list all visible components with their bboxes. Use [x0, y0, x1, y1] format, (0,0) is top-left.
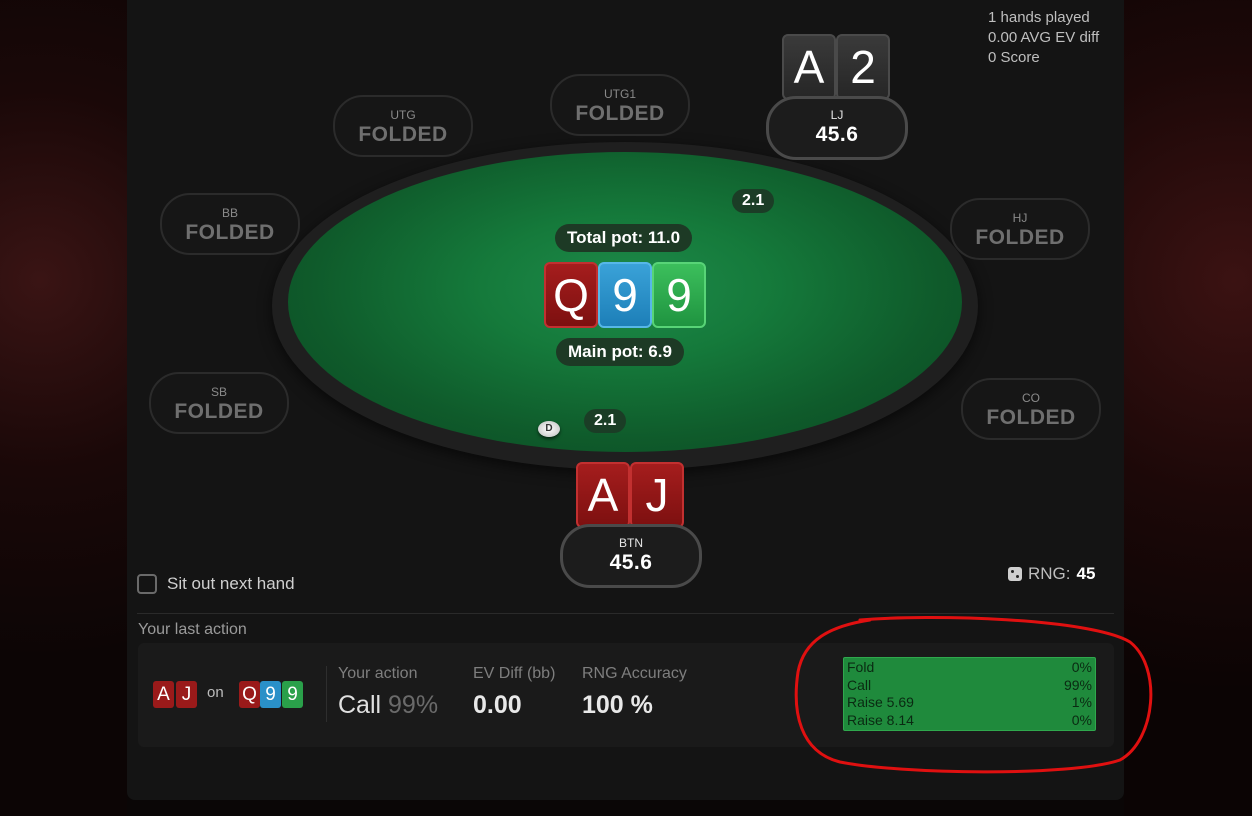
seat-status: FOLDED: [575, 102, 665, 125]
seat-sb: SB FOLDED: [149, 372, 289, 434]
ev-diff-value: 0.00: [473, 691, 522, 720]
seat-stack: 45.6: [815, 123, 859, 146]
seat-stack: 45.6: [609, 551, 653, 574]
ev-diff-header: EV Diff (bb): [473, 665, 556, 682]
seat-position: CO: [1022, 391, 1040, 405]
your-action-value: Call 99%: [338, 691, 438, 720]
annotation-circle: [794, 616, 1153, 774]
hero-card-2: J: [630, 462, 684, 528]
board-card-1: Q: [544, 262, 598, 328]
rng-accuracy-value: 100 %: [582, 691, 653, 720]
board-card-2: 9: [598, 262, 652, 328]
villain-card-2: 2: [836, 34, 890, 100]
lj-bet-amount: 2.1: [732, 189, 775, 213]
avg-ev-diff: 0.00 AVG EV diff: [988, 29, 1100, 46]
rng-value: 45: [1076, 564, 1096, 583]
rng-accuracy-header: RNG Accuracy: [582, 665, 687, 682]
background-left: [0, 0, 127, 816]
action-frequency: 99%: [388, 691, 439, 719]
sit-out-checkbox[interactable]: [137, 574, 157, 594]
seat-utg: UTG FOLDED: [333, 95, 473, 157]
sit-out-toggle[interactable]: Sit out next hand: [137, 574, 295, 594]
seat-position: LJ: [830, 108, 844, 122]
seat-status: FOLDED: [358, 123, 448, 146]
seat-position: BB: [221, 206, 238, 220]
ev-diff-number: 0.00: [473, 691, 522, 719]
rng-indicator: RNG: 45: [1008, 564, 1095, 584]
on-label: on: [207, 684, 224, 701]
seat-position: SB: [210, 385, 227, 399]
rng-label: RNG:: [1028, 564, 1071, 583]
last-hand-card-1: A: [153, 681, 174, 708]
seat-co: CO FOLDED: [961, 378, 1101, 440]
last-hand-card-2: J: [176, 681, 197, 708]
seat-position: UTG: [390, 108, 416, 122]
seat-hj: HJ FOLDED: [950, 198, 1090, 260]
btn-bet-amount: 2.1: [584, 409, 627, 433]
seat-lj: LJ 45.6: [766, 96, 908, 160]
seat-position: HJ: [1012, 211, 1028, 225]
your-action-header: Your action: [338, 665, 418, 682]
board-card-3: 9: [652, 262, 706, 328]
hero-card-1: A: [576, 462, 630, 528]
dealer-button-icon: D: [538, 421, 560, 437]
seat-status: FOLDED: [975, 226, 1065, 249]
main-pot: Main pot: 6.9: [556, 338, 684, 366]
seat-status: FOLDED: [986, 406, 1076, 429]
seat-utg1: UTG1 FOLDED: [550, 74, 690, 136]
seat-status: FOLDED: [174, 400, 264, 423]
session-stats: 1 hands played 0.00 AVG EV diff 0 Score: [988, 8, 1099, 68]
last-board-card-1: Q: [239, 681, 260, 708]
seat-status: FOLDED: [185, 221, 275, 244]
seat-position: UTG1: [603, 87, 636, 101]
dice-icon: [1008, 567, 1022, 581]
sit-out-label: Sit out next hand: [167, 574, 295, 593]
action-name: Call: [338, 691, 382, 719]
seat-bb: BB FOLDED: [160, 193, 300, 255]
villain-card-1: A: [782, 34, 836, 100]
total-pot: Total pot: 11.0: [555, 224, 693, 252]
seat-position: BTN: [619, 536, 643, 550]
score: 0 Score: [988, 49, 1040, 66]
column-separator: [326, 666, 327, 722]
seat-btn: BTN 45.6: [560, 524, 702, 588]
rng-accuracy-number: 100 %: [582, 691, 653, 719]
last-board-card-3: 9: [282, 681, 303, 708]
last-action-label: Your last action: [138, 621, 247, 638]
last-board-card-2: 9: [260, 681, 281, 708]
hands-played: 1 hands played: [988, 9, 1090, 26]
